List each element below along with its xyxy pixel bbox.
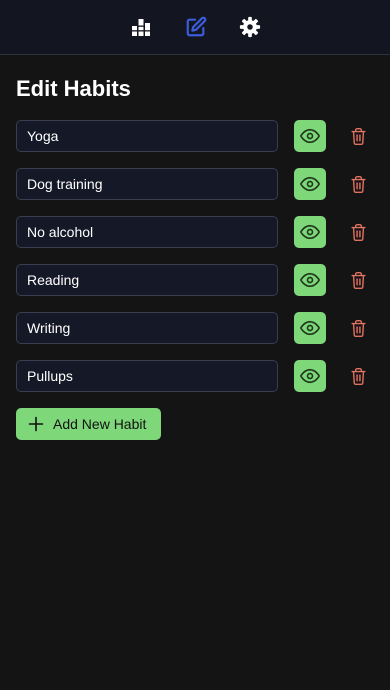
add-habit-label: Add New Habit [53, 416, 147, 432]
habit-row [16, 360, 374, 392]
settings-nav-button[interactable] [238, 15, 262, 39]
eye-icon [300, 222, 320, 242]
plus-icon [28, 416, 44, 432]
toggle-visibility-button[interactable] [294, 216, 326, 248]
toggle-visibility-button[interactable] [294, 360, 326, 392]
edit-icon [186, 16, 207, 37]
habit-row [16, 120, 374, 152]
toggle-visibility-button[interactable] [294, 120, 326, 152]
eye-icon [300, 366, 320, 386]
habit-row [16, 312, 374, 344]
trash-icon [350, 223, 367, 242]
trash-icon [350, 367, 367, 386]
habit-name-input[interactable] [16, 216, 278, 248]
habit-name-input[interactable] [16, 120, 278, 152]
eye-icon [300, 318, 320, 338]
page-title: Edit Habits [16, 76, 131, 101]
delete-habit-button[interactable] [346, 360, 370, 392]
edit-nav-button[interactable] [184, 15, 208, 39]
trash-icon [350, 175, 367, 194]
add-habit-button[interactable]: Add New Habit [16, 408, 161, 440]
bar-chart-icon [132, 19, 150, 36]
toggle-visibility-button[interactable] [294, 264, 326, 296]
habit-name-input[interactable] [16, 168, 278, 200]
top-nav-bar [0, 0, 390, 55]
habit-row [16, 216, 374, 248]
delete-habit-button[interactable] [346, 312, 370, 344]
stats-nav-button[interactable] [129, 15, 153, 39]
delete-habit-button[interactable] [346, 216, 370, 248]
eye-icon [300, 126, 320, 146]
toggle-visibility-button[interactable] [294, 168, 326, 200]
trash-icon [350, 319, 367, 338]
eye-icon [300, 174, 320, 194]
trash-icon [350, 127, 367, 146]
gear-icon [239, 16, 261, 38]
trash-icon [350, 271, 367, 290]
delete-habit-button[interactable] [346, 168, 370, 200]
toggle-visibility-button[interactable] [294, 312, 326, 344]
delete-habit-button[interactable] [346, 120, 370, 152]
habit-row [16, 168, 374, 200]
eye-icon [300, 270, 320, 290]
habit-name-input[interactable] [16, 312, 278, 344]
delete-habit-button[interactable] [346, 264, 370, 296]
habit-name-input[interactable] [16, 264, 278, 296]
habit-name-input[interactable] [16, 360, 278, 392]
habit-row [16, 264, 374, 296]
